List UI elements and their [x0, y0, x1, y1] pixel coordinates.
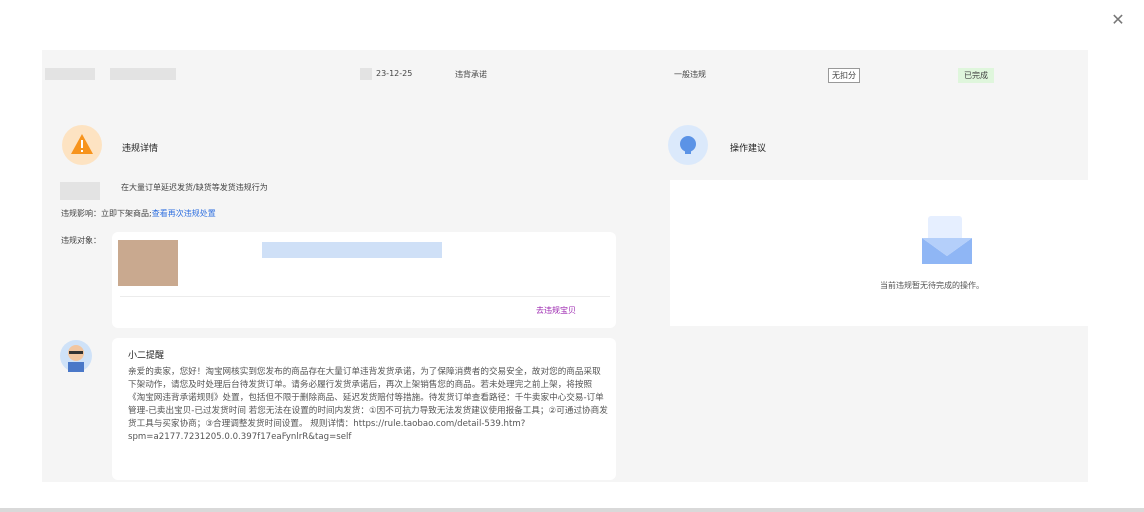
warning-icon — [62, 125, 102, 165]
divider — [120, 296, 610, 297]
go-to-violation-item-link[interactable]: 去违规宝贝 — [536, 305, 576, 316]
empty-state-icon — [920, 212, 974, 268]
blurred-content — [360, 68, 372, 80]
close-icon[interactable]: ✕ — [1108, 10, 1128, 30]
avatar — [60, 340, 92, 372]
impact-value: 立即下架商品; — [101, 209, 152, 218]
blurred-content — [45, 68, 95, 80]
target-label: 违规对象： — [61, 236, 101, 245]
empty-state-text: 当前违规暂无待完成的操作。 — [880, 281, 984, 290]
status-badge: 已完成 — [958, 68, 994, 83]
violation-description: 在大量订单延迟发货/缺货等发货违规行为 — [121, 183, 268, 192]
violation-level: 一般违规 — [674, 70, 706, 79]
violation-details-title: 违规详情 — [122, 144, 159, 154]
bottom-divider — [0, 508, 1144, 512]
blurred-content — [110, 68, 176, 80]
notice-title: 小二提醒 — [128, 351, 165, 361]
suggestion-card: 当前违规暂无待完成的操作。 — [670, 180, 1088, 326]
blurred-product-title — [262, 242, 442, 258]
date-value: 23-12-25 — [376, 69, 413, 78]
blurred-content — [60, 182, 100, 200]
impact-row: 违规影响：立即下架商品;查看再次违规处置 — [61, 208, 216, 219]
view-repeat-violation-link[interactable]: 查看再次违规处置 — [152, 209, 216, 218]
violation-target-card: 去违规宝贝 — [112, 232, 616, 328]
notice-body: 亲爱的卖家，您好！淘宝网核实到您发布的商品存在大量订单违背发货承诺，为了保障消费… — [128, 367, 608, 442]
deduction-tag: 无扣分 — [828, 68, 860, 83]
suggestion-title: 操作建议 — [730, 144, 767, 154]
suggestion-icon — [668, 125, 708, 165]
impact-label: 违规影响： — [61, 209, 101, 218]
product-thumbnail — [118, 240, 178, 286]
violation-type: 违背承诺 — [455, 70, 487, 79]
